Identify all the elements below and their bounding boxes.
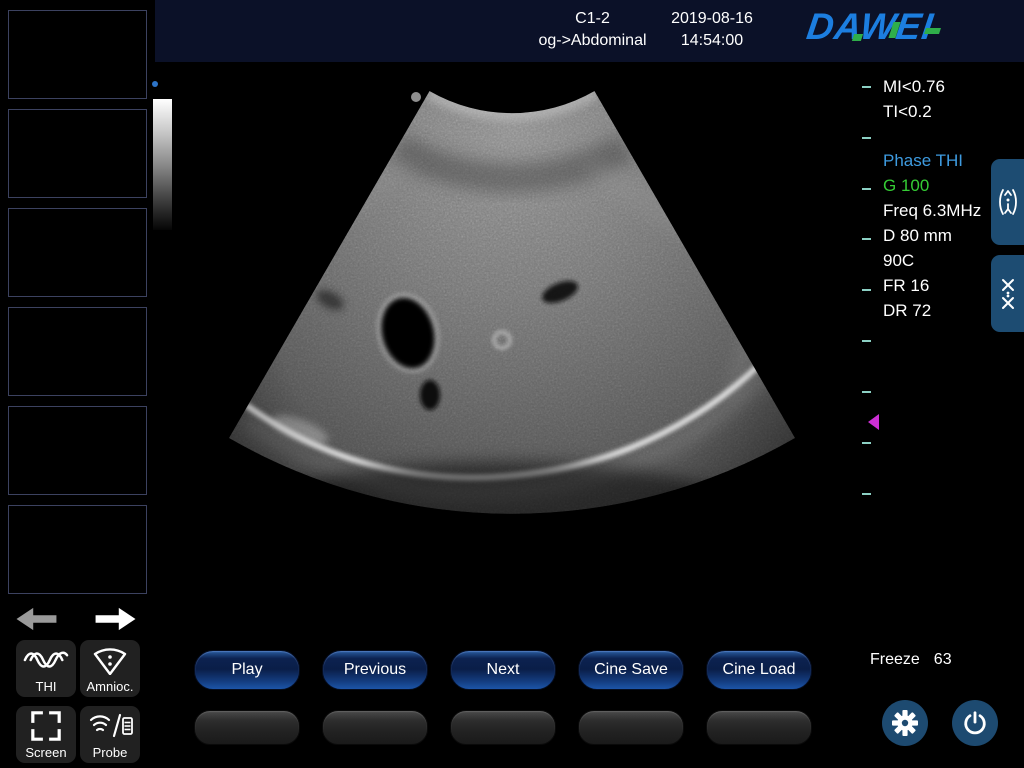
arrow-left-icon [14,606,58,632]
thi-button[interactable]: THI [16,640,76,697]
brand-logo-text: DAWEI [804,6,936,48]
soft-key-empty-2[interactable] [322,710,428,745]
thumbnail-slot-5[interactable] [8,406,147,495]
cine-previous-label: Previous [344,661,406,679]
biopsy-guide-icon [999,277,1017,311]
soft-key-empty-4[interactable] [578,710,684,745]
cine-play-label: Play [231,661,262,679]
cine-previous-button[interactable]: Previous [322,650,428,690]
next-page-arrow-button[interactable] [94,606,138,632]
thumbnail-slot-4[interactable] [8,307,147,396]
gain-value: G 100 [883,176,929,196]
power-icon [962,710,988,736]
thi-wave-icon [16,640,76,679]
frequency-value: Freq 6.3MHz [883,201,981,221]
thumbnail-slot-2[interactable] [8,109,147,198]
depth-tick [862,289,871,291]
ultrasound-console-screen: C1-2 og->Abdominal 2019-08-16 14:54:00 D… [0,0,1024,768]
amniotic-fan-icon [80,640,140,679]
screen-button[interactable]: Screen [16,706,76,763]
thi-button-label: THI [36,679,57,694]
phase-thi-value: Phase THI [883,151,963,171]
gear-icon [892,710,918,736]
gray-map-value: 90C [883,251,914,271]
depth-tick [862,137,871,139]
ti-value: TI<0.2 [883,102,932,122]
cine-load-button[interactable]: Cine Load [706,650,812,690]
depth-tick [862,188,871,190]
depth-tick [862,442,871,444]
frame-rate-value: FR 16 [883,276,929,296]
cine-next-label: Next [487,661,520,679]
freeze-status: Freeze 63 [870,651,1020,669]
frame-number: 63 [934,651,952,668]
arrow-right-icon [94,606,138,632]
grayscale-map-bar [153,99,172,230]
body-mark-icon [997,187,1019,217]
thumbnail-slot-1[interactable] [8,10,147,99]
body-mark-edge-button[interactable] [991,159,1024,245]
time-label: 14:54:00 [650,30,774,52]
depth-tick [862,340,871,342]
soft-key-empty-1[interactable] [194,710,300,745]
screen-button-label: Screen [25,745,66,760]
dynamic-range-value: DR 72 [883,301,931,321]
biopsy-guide-edge-button[interactable] [991,255,1024,332]
thumbnail-slot-6[interactable] [8,505,147,594]
probe-list-icon [80,706,140,745]
amniotic-button[interactable]: Amnioc. [80,640,140,697]
depth-tick [862,391,871,393]
scan-orientation-marker [411,92,421,102]
soft-key-empty-5[interactable] [706,710,812,745]
cine-next-button[interactable]: Next [450,650,556,690]
cine-save-label: Cine Save [594,661,668,679]
power-button[interactable] [952,700,998,746]
cine-load-label: Cine Load [723,661,796,679]
logo-accent [924,28,941,34]
amniotic-button-label: Amnioc. [87,679,134,694]
probe-button[interactable]: Probe [80,706,140,763]
freeze-label: Freeze [870,651,920,668]
cine-save-button[interactable]: Cine Save [578,650,684,690]
brand-logo: DAWEI [807,6,987,56]
top-bar: C1-2 og->Abdominal 2019-08-16 14:54:00 D… [155,0,1024,62]
soft-key-empty-3[interactable] [450,710,556,745]
depth-value: D 80 mm [883,226,952,246]
probe-button-label: Probe [93,745,128,760]
focus-position-marker [868,414,879,430]
thumbnail-slot-3[interactable] [8,208,147,297]
datetime-info: 2019-08-16 14:54:00 [650,8,774,52]
previous-page-arrow-button[interactable] [14,606,58,632]
probe-orientation-dot [152,81,158,87]
date-label: 2019-08-16 [650,8,774,30]
mi-value: MI<0.76 [883,77,945,97]
depth-tick [862,493,871,495]
settings-button[interactable] [882,700,928,746]
depth-tick [862,86,871,88]
cine-play-button[interactable]: Play [194,650,300,690]
depth-tick [862,238,871,240]
fullscreen-icon [16,706,76,745]
